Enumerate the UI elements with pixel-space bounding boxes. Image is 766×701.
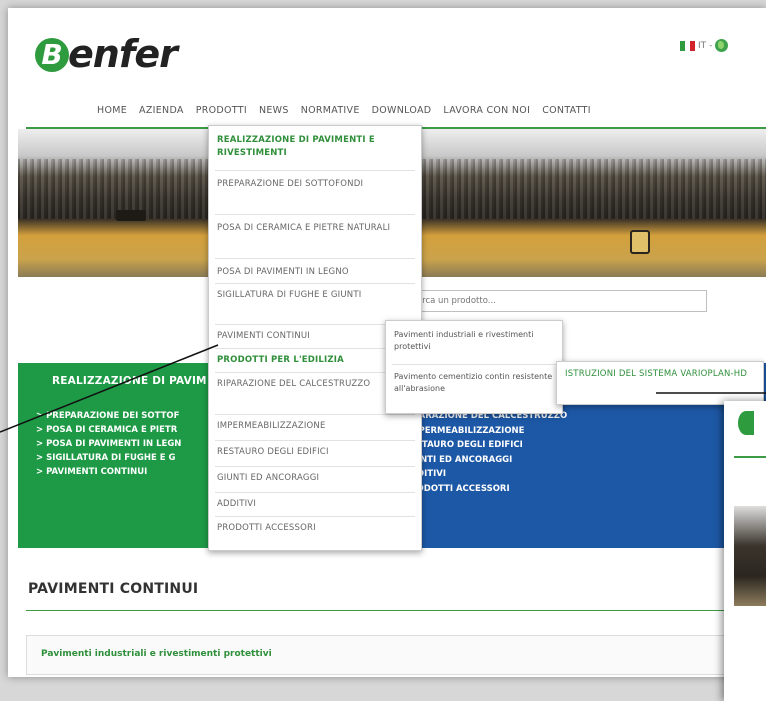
logo-letter: B xyxy=(41,38,63,71)
green-panel-item[interactable]: > PAVIMENTI CONTINUI xyxy=(36,465,181,479)
dropdown-item[interactable]: IMPERMEABILIZZAZIONE xyxy=(217,420,415,433)
dropdown-divider xyxy=(215,214,415,215)
second-hero-fragment xyxy=(734,506,766,606)
italy-flag-icon xyxy=(680,40,695,51)
dropdown-divider xyxy=(215,283,415,284)
dropdown-item[interactable]: ADDITIVI xyxy=(217,498,415,511)
submenu-item[interactable]: Pavimento cementizio contin resistente a… xyxy=(394,371,558,395)
accordion-item-label[interactable]: Pavimenti industriali e rivestimenti pro… xyxy=(41,649,272,659)
green-panel-item[interactable]: > POSA DI PAVIMENTI IN LEGN xyxy=(36,437,181,451)
dropdown-divider xyxy=(215,170,415,171)
blue-panel-item[interactable]: DDITIVI xyxy=(410,467,567,482)
dropdown-divider xyxy=(215,516,415,517)
dropdown-item[interactable]: PRODOTTI ACCESSORI xyxy=(217,522,415,535)
nav-download[interactable]: DOWNLOAD xyxy=(366,105,438,116)
section-divider xyxy=(26,610,766,611)
blue-panel-item[interactable]: RODOTTI ACCESSORI xyxy=(410,482,567,497)
dropdown-item[interactable]: GIUNTI ED ANCORAGGI xyxy=(217,472,415,485)
second-divider xyxy=(734,456,766,458)
language-separator: - xyxy=(709,40,713,51)
dropdown-item[interactable]: POSA DI CERAMICA E PIETRE NATURALI xyxy=(217,222,415,235)
dropdown-item[interactable]: POSA DI PAVIMENTI IN LEGNO xyxy=(217,266,415,279)
search-input[interactable] xyxy=(402,290,707,312)
blue-panel-list: IPARAZIONE DEL CALCESTRUZZO MPERMEABILIZ… xyxy=(410,409,567,496)
language-switcher[interactable]: IT - xyxy=(680,39,729,52)
submenu-item-istruzioni[interactable]: ISTRUZIONI DEL SISTEMA VARIOPLAN-HD xyxy=(565,368,755,381)
submenu-divider xyxy=(392,364,558,365)
globe-icon[interactable] xyxy=(715,39,729,52)
dropdown-divider xyxy=(215,414,415,415)
language-code[interactable]: IT xyxy=(698,41,706,51)
blue-panel-item[interactable]: MPERMEABILIZZAZIONE xyxy=(410,424,567,439)
dropdown-item[interactable]: SIGILLATURA DI FUGHE E GIUNTI xyxy=(217,289,415,302)
blue-panel-item[interactable]: IUNTI ED ANCORAGGI xyxy=(410,453,567,468)
green-panel-item[interactable]: > PREPARAZIONE DEI SOTTOF xyxy=(36,409,181,423)
nav-news[interactable]: NEWS xyxy=(253,105,295,116)
green-panel-item[interactable]: > SIGILLATURA DI FUGHE E G xyxy=(36,451,181,465)
accordion-item[interactable]: Pavimenti industriali e rivestimenti pro… xyxy=(26,635,766,675)
logo-text[interactable]: enfer xyxy=(68,32,178,76)
dropdown-divider xyxy=(215,492,415,493)
dropdown-divider xyxy=(215,258,415,259)
istruzioni-submenu: ISTRUZIONI DEL SISTEMA VARIOPLAN-HD xyxy=(556,361,764,405)
green-panel-title[interactable]: REALIZZAZIONE DI PAVIM xyxy=(52,375,207,387)
dropdown-item[interactable]: RESTAURO DEGLI EDIFICI xyxy=(217,446,415,459)
dropdown-group-header[interactable]: REALIZZAZIONE DI PAVIMENTI E RIVESTIMENT… xyxy=(217,134,415,160)
dropdown-item[interactable]: PREPARAZIONE DEI SOTTOFONDI xyxy=(217,178,415,191)
hero-level-bubble xyxy=(630,230,650,254)
logo-mark[interactable]: B xyxy=(35,38,69,72)
nav-contatti[interactable]: CONTATTI xyxy=(536,105,597,116)
green-panel-item[interactable]: > POSA DI CERAMICA E PIETR xyxy=(36,423,181,437)
nav-lavora-con-noi[interactable]: LAVORA CON NOI xyxy=(437,105,536,116)
dropdown-divider xyxy=(215,466,415,467)
nav-prodotti[interactable]: PRODOTTI xyxy=(190,105,253,116)
nav-azienda[interactable]: AZIENDA xyxy=(133,105,190,116)
page-title: PAVIMENTI CONTINUI xyxy=(28,581,199,597)
hero-tool xyxy=(116,210,146,221)
green-panel-list: > PREPARAZIONE DEI SOTTOF > POSA DI CERA… xyxy=(36,409,181,479)
nav-home[interactable]: HOME xyxy=(91,105,133,116)
submenu-item[interactable]: Pavimenti industriali e rivestimenti pro… xyxy=(394,329,558,353)
main-nav: HOME AZIENDA PRODOTTI NEWS NORMATIVE DOW… xyxy=(91,105,597,116)
second-screenshot-preview xyxy=(724,401,766,701)
second-logo-fragment xyxy=(738,411,754,435)
nav-normative[interactable]: NORMATIVE xyxy=(295,105,366,116)
dropdown-divider xyxy=(215,440,415,441)
blue-panel-item[interactable]: ESTAURO DEGLI EDIFICI xyxy=(410,438,567,453)
page: B enfer IT - HOME AZIENDA PRODOTTI NEWS … xyxy=(8,8,766,677)
pavimenti-submenu: Pavimenti industriali e rivestimenti pro… xyxy=(385,320,563,414)
